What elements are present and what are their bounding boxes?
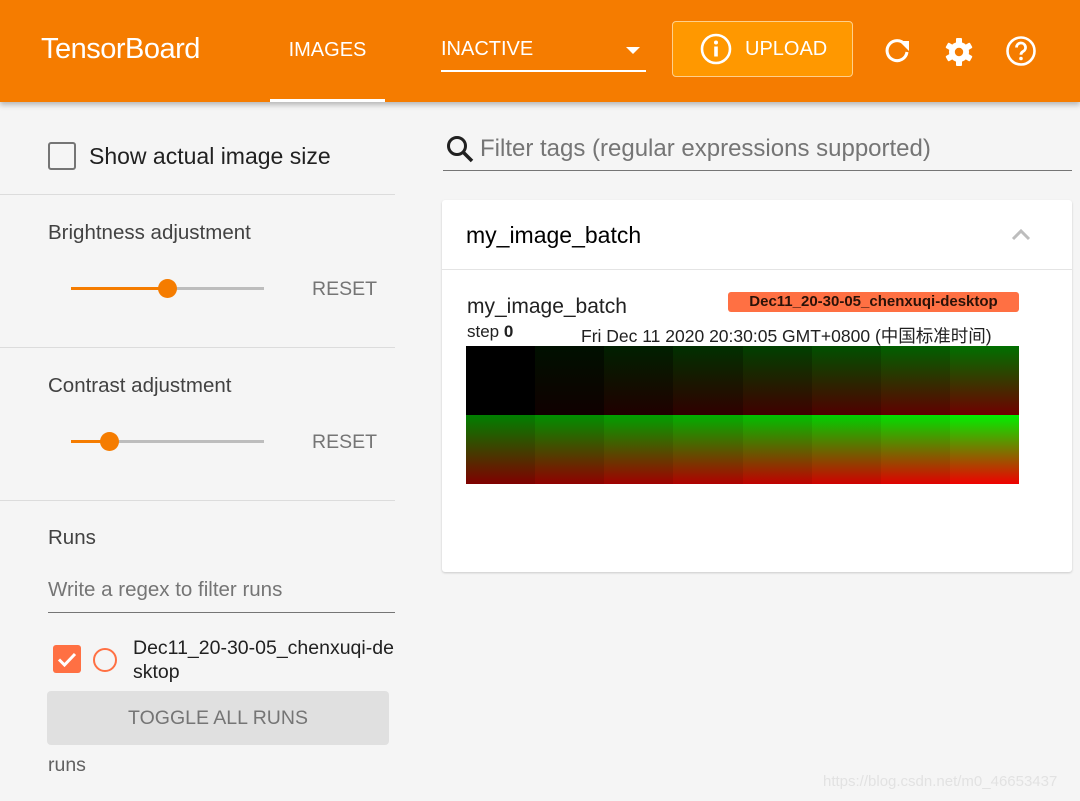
runs-filter-placeholder: Write a regex to filter runs (48, 578, 283, 601)
show-actual-size-label: Show actual image size (89, 143, 331, 169)
step-indicator: step 0 (467, 322, 513, 342)
contrast-slider[interactable] (71, 432, 264, 452)
watermark: https://blog.csdn.net/m0_46653437 (823, 773, 1058, 790)
step-label: step (467, 322, 500, 341)
active-tab-indicator (270, 99, 385, 102)
divider (0, 347, 395, 348)
image-tile (811, 346, 881, 415)
image-tile (604, 346, 674, 415)
inactive-plugins-dropdown[interactable]: INACTIVE (441, 34, 646, 72)
checkmark-icon (57, 652, 77, 668)
caret-down-icon (626, 47, 640, 54)
contrast-reset-button[interactable]: RESET (312, 431, 377, 454)
image-tile (742, 415, 812, 484)
run-checkbox[interactable] (53, 645, 81, 673)
chevron-up-icon[interactable] (1010, 224, 1032, 246)
app-title: TensorBoard (41, 33, 200, 65)
gear-icon[interactable] (944, 37, 974, 67)
tag-filter-input[interactable]: Filter tags (regular expressions support… (443, 126, 1072, 171)
brightness-title: Brightness adjustment (48, 221, 251, 244)
brightness-slider[interactable] (71, 279, 264, 299)
upload-label: UPLOAD (745, 38, 828, 60)
image-tile (466, 415, 536, 484)
tab-images[interactable]: IMAGES (270, 0, 385, 102)
tag-card-title: my_image_batch (466, 222, 642, 248)
image-tile (673, 415, 743, 484)
refresh-icon[interactable] (882, 36, 912, 66)
image-tile (880, 346, 950, 415)
tab-images-label: IMAGES (288, 38, 367, 61)
image-tag-name: my_image_batch (467, 295, 627, 318)
show-actual-size-checkbox[interactable] (48, 142, 76, 170)
run-badge: Dec11_20-30-05_chenxuqi-desktop (728, 292, 1019, 312)
runs-title: Runs (48, 526, 96, 549)
image-tile (742, 346, 812, 415)
upload-button[interactable]: UPLOAD (672, 21, 853, 77)
image-tile (673, 346, 743, 415)
divider (0, 500, 395, 501)
image-tile (811, 415, 881, 484)
tag-filter-placeholder: Filter tags (regular expressions support… (480, 135, 931, 162)
image-tile (535, 346, 605, 415)
image-tile (466, 346, 536, 415)
image-tile (880, 415, 950, 484)
image-tile (949, 415, 1019, 484)
contrast-title: Contrast adjustment (48, 374, 232, 397)
top-toolbar: TensorBoard IMAGES INACTIVE UPLOAD (0, 0, 1080, 102)
runs-footer-label: runs (48, 754, 86, 776)
runs-filter-input[interactable]: Write a regex to filter runs (48, 576, 395, 613)
image-tile (535, 415, 605, 484)
slider-fill (71, 287, 168, 290)
info-icon (700, 33, 732, 65)
search-icon (447, 136, 474, 163)
slider-thumb[interactable] (158, 279, 177, 298)
image-tile (949, 346, 1019, 415)
tag-card-header[interactable]: my_image_batch (442, 200, 1072, 270)
slider-thumb[interactable] (100, 432, 120, 451)
image-batch-preview[interactable] (466, 346, 1019, 484)
divider (0, 194, 395, 195)
dropdown-label: INACTIVE (441, 38, 534, 60)
step-value: 0 (503, 322, 514, 341)
image-tile (604, 415, 674, 484)
image-timestamp: Fri Dec 11 2020 20:30:05 GMT+0800 (中国标准时… (581, 326, 992, 346)
run-color-radio[interactable] (93, 648, 117, 672)
toggle-all-runs-button[interactable]: TOGGLE ALL RUNS (47, 691, 389, 745)
tag-card: my_image_batch my_image_batch Dec11_20-3… (442, 200, 1072, 572)
brightness-reset-button[interactable]: RESET (312, 278, 377, 301)
run-name: Dec11_20-30-05_chenxuqi-desktop (133, 637, 394, 683)
help-icon[interactable] (1006, 36, 1036, 66)
